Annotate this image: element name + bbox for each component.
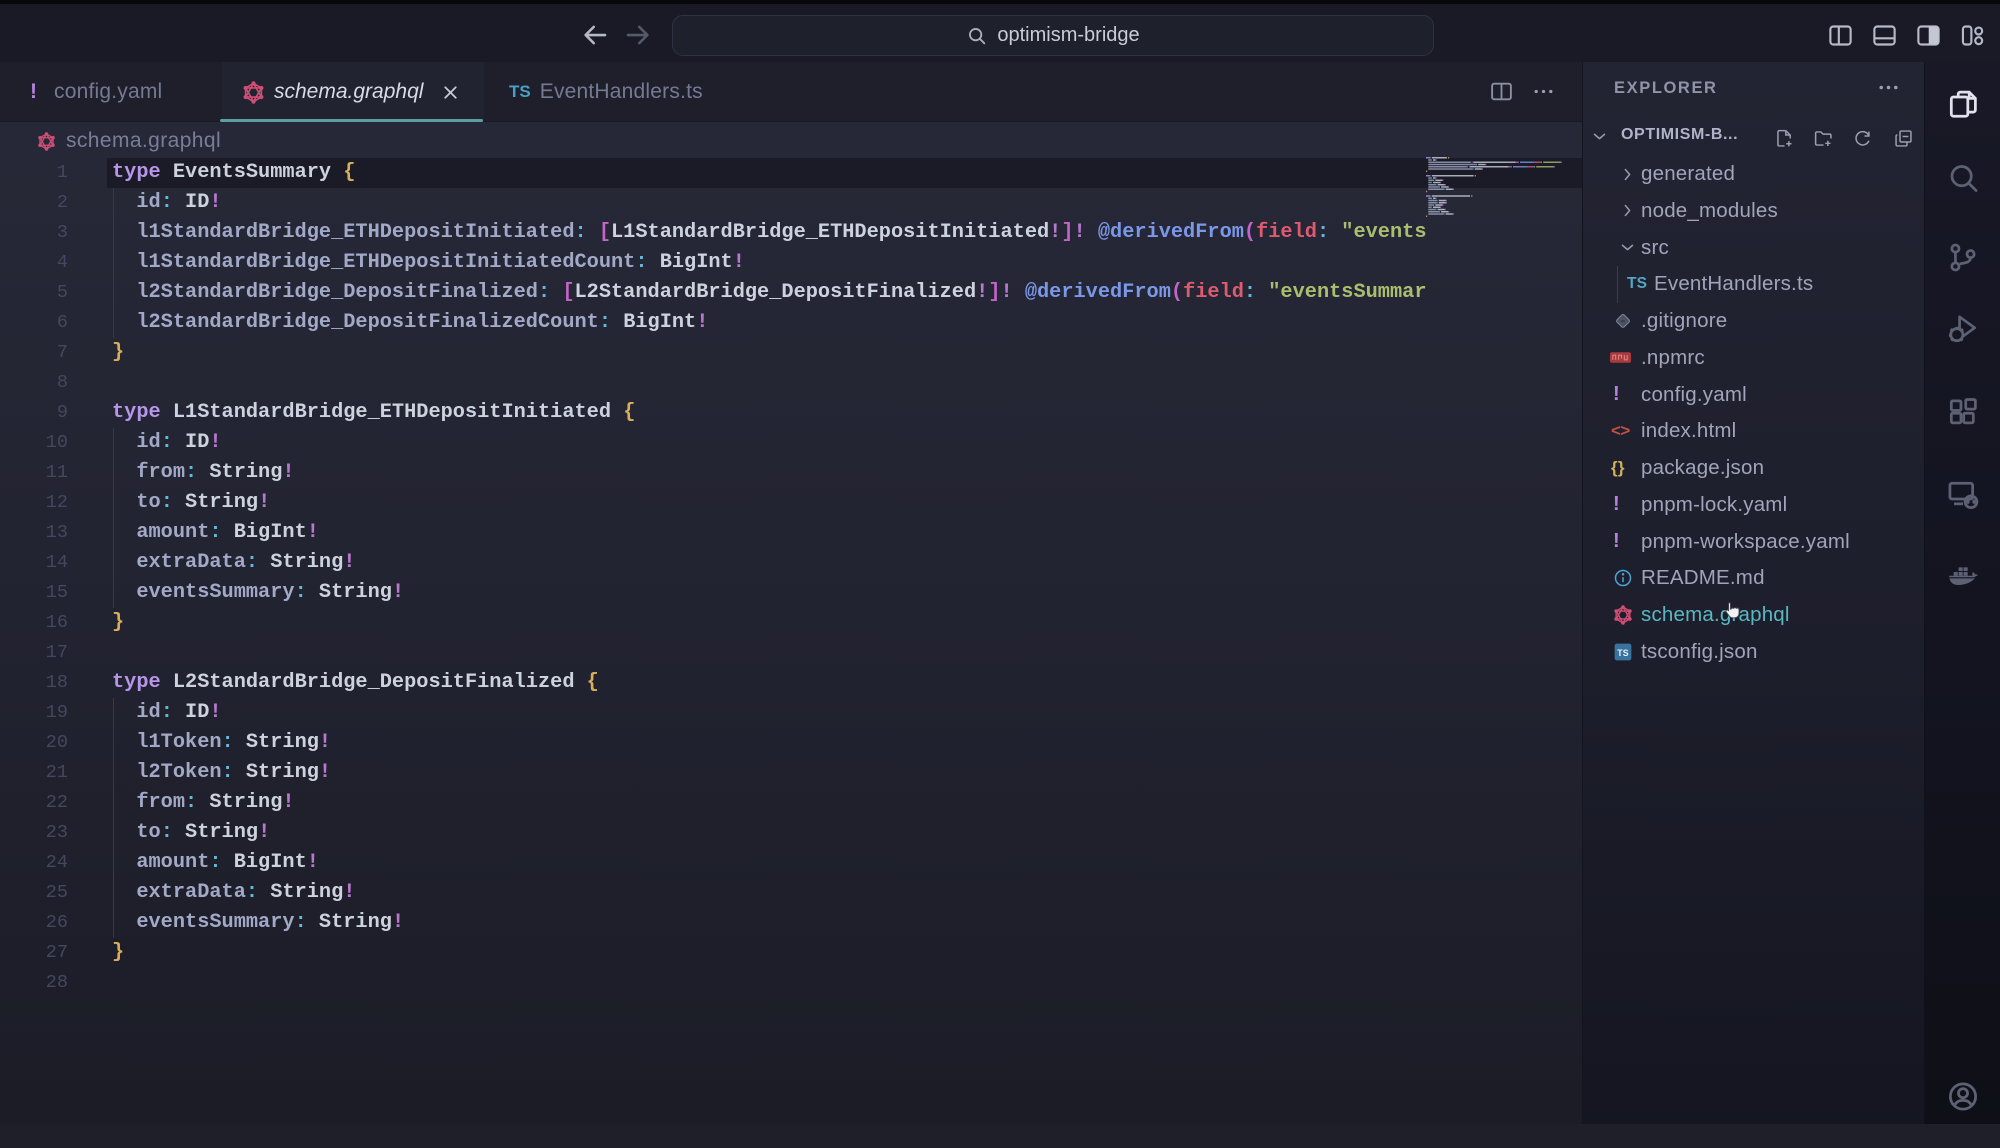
svg-text:TS: TS <box>1617 648 1629 658</box>
